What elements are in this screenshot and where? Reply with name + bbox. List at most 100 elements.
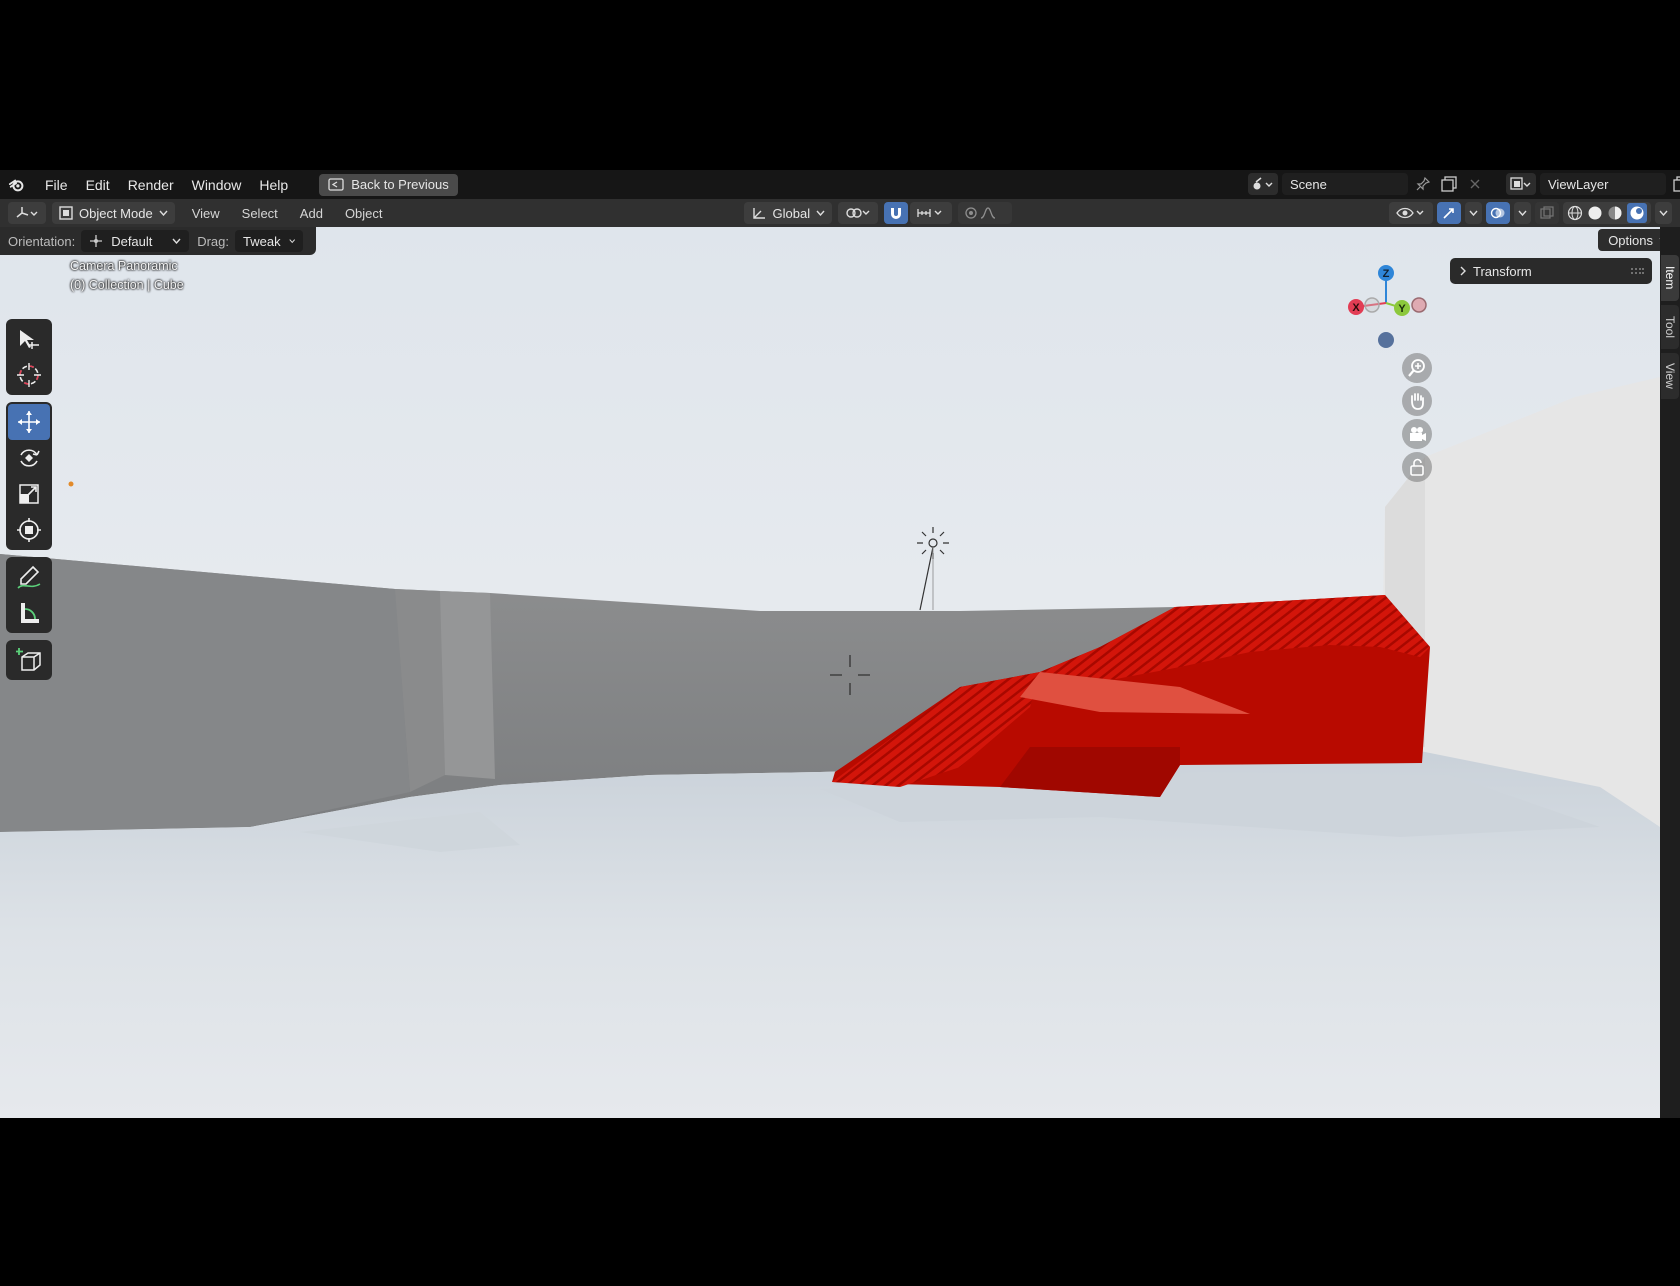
tool-group-transform <box>6 402 52 550</box>
visibility-dropdown[interactable] <box>1389 202 1433 224</box>
transform-tool[interactable] <box>8 512 50 548</box>
select-box-tool[interactable] <box>8 321 50 357</box>
snap-target-dropdown[interactable] <box>910 202 953 224</box>
chevron-down-icon <box>159 210 168 216</box>
view-layer-name: ViewLayer <box>1548 176 1609 192</box>
rendered-shading-button[interactable] <box>1627 203 1647 223</box>
3d-viewport[interactable]: Camera Panoramic (0) Collection | Cube Z… <box>0 227 1660 1118</box>
transform-icon <box>17 518 41 542</box>
gizmo-dropdown[interactable] <box>1465 202 1482 224</box>
chevron-down-icon <box>172 238 181 244</box>
tool-group-add <box>6 640 52 680</box>
blender-logo-icon[interactable] <box>8 176 26 194</box>
orientation-value: Default <box>111 233 153 249</box>
menu-render[interactable]: Render <box>119 177 183 193</box>
add-cube-icon <box>16 648 41 671</box>
global-axes-icon <box>752 208 765 219</box>
rotate-icon <box>20 449 40 467</box>
overlays-dropdown[interactable] <box>1514 202 1531 224</box>
pan-button[interactable] <box>1402 386 1432 416</box>
pin-scene-button[interactable] <box>1412 173 1434 195</box>
tab-view[interactable]: View <box>1661 353 1679 399</box>
xray-toggle[interactable] <box>1535 202 1559 224</box>
overlays-icon <box>1490 207 1505 219</box>
scene-type-dropdown[interactable] <box>1248 173 1278 195</box>
menu-help[interactable]: Help <box>250 177 297 193</box>
chevron-down-icon <box>1659 210 1668 216</box>
editor-type-dropdown[interactable] <box>8 202 46 224</box>
delete-scene-button[interactable] <box>1464 173 1486 195</box>
shading-dropdown[interactable] <box>1655 202 1672 224</box>
orientation-axes-icon <box>90 235 103 247</box>
header-menu-select[interactable]: Select <box>231 206 289 221</box>
gizmo-toggle[interactable] <box>1437 202 1461 224</box>
move-tool[interactable] <box>8 404 50 440</box>
chevron-down-icon <box>1469 210 1478 216</box>
overlays-toggle[interactable] <box>1486 202 1510 224</box>
header-menu-view[interactable]: View <box>181 206 231 221</box>
menu-edit[interactable]: Edit <box>77 177 119 193</box>
transform-orientation-dropdown[interactable]: Global <box>743 202 833 224</box>
pivot-point-dropdown[interactable] <box>838 202 879 224</box>
new-scene-button[interactable] <box>1438 173 1460 195</box>
material-preview-shading-icon[interactable] <box>1607 205 1623 221</box>
add-cube-tool[interactable] <box>8 642 50 678</box>
object-mode-icon <box>59 206 73 220</box>
orientation-dropdown[interactable]: Default <box>81 230 190 252</box>
solid-shading-icon[interactable] <box>1587 205 1603 221</box>
duplicate-icon <box>1441 176 1457 192</box>
orientation-label: Orientation: <box>8 233 76 249</box>
menu-window[interactable]: Window <box>183 177 251 193</box>
navigation-gizmo[interactable]: Z X Y <box>1340 261 1440 351</box>
scene-selector: Scene ViewLayer <box>1248 173 1680 195</box>
pivot-link-icon <box>846 208 870 218</box>
menu-file[interactable]: File <box>36 177 77 193</box>
sidebar-tabs: Item Tool View <box>1660 227 1680 1118</box>
unlock-icon <box>1410 458 1424 476</box>
back-to-previous-button[interactable]: Back to Previous <box>319 173 458 196</box>
magnet-icon <box>891 208 902 219</box>
mode-label: Object Mode <box>79 205 153 221</box>
gizmo-x-label: X <box>1352 302 1360 314</box>
scale-tool[interactable] <box>8 476 50 512</box>
tool-settings-bar: Orientation: Default Drag: Tweak <box>0 227 316 255</box>
scene-name-field[interactable]: Scene <box>1282 173 1408 195</box>
new-view-layer-button[interactable] <box>1670 173 1680 195</box>
gizmo-y-label: Y <box>1398 303 1406 315</box>
transform-orientation-label: Global <box>772 205 811 221</box>
gizmo-z-label: Z <box>1383 268 1390 280</box>
chevron-down-icon <box>1518 210 1527 216</box>
drag-handle-icon[interactable] <box>1630 267 1644 275</box>
tab-tool[interactable]: Tool <box>1661 305 1679 349</box>
move-icon <box>18 411 40 433</box>
camera-view-button[interactable] <box>1402 419 1432 449</box>
view-layer-type-dropdown[interactable] <box>1506 173 1536 195</box>
hand-icon <box>1411 393 1424 410</box>
collection-object-label: (0) Collection | Cube <box>70 278 184 292</box>
transform-panel-header[interactable]: Transform <box>1450 258 1652 284</box>
rotate-tool[interactable] <box>8 440 50 476</box>
zoom-button[interactable] <box>1402 353 1432 383</box>
scene-name: Scene <box>1290 176 1327 192</box>
header-menu-add[interactable]: Add <box>289 206 334 221</box>
view-layer-field[interactable]: ViewLayer <box>1540 173 1666 195</box>
3d-viewport-icon <box>16 207 38 218</box>
header-menu-object[interactable]: Object <box>334 206 394 221</box>
wireframe-shading-icon[interactable] <box>1567 205 1583 221</box>
snap-toggle[interactable] <box>884 202 909 224</box>
annotate-tool[interactable] <box>8 559 50 595</box>
proportional-editing-toggle[interactable] <box>958 202 1013 224</box>
blender-window: File Edit Render Window Help Back to Pre… <box>0 170 1680 1118</box>
mode-dropdown[interactable]: Object Mode <box>52 202 175 224</box>
drag-dropdown[interactable]: Tweak <box>235 230 303 252</box>
cursor-tool[interactable] <box>8 357 50 393</box>
top-menu-bar: File Edit Render Window Help Back to Pre… <box>0 170 1680 199</box>
toolbar <box>6 319 52 687</box>
view-layer-icon <box>1510 177 1531 190</box>
measure-tool[interactable] <box>8 595 50 631</box>
scene-icon <box>1253 177 1273 190</box>
lock-view-button[interactable] <box>1402 452 1432 482</box>
close-icon <box>1470 179 1480 189</box>
shading-modes <box>1563 202 1651 224</box>
tab-item[interactable]: Item <box>1661 255 1679 301</box>
